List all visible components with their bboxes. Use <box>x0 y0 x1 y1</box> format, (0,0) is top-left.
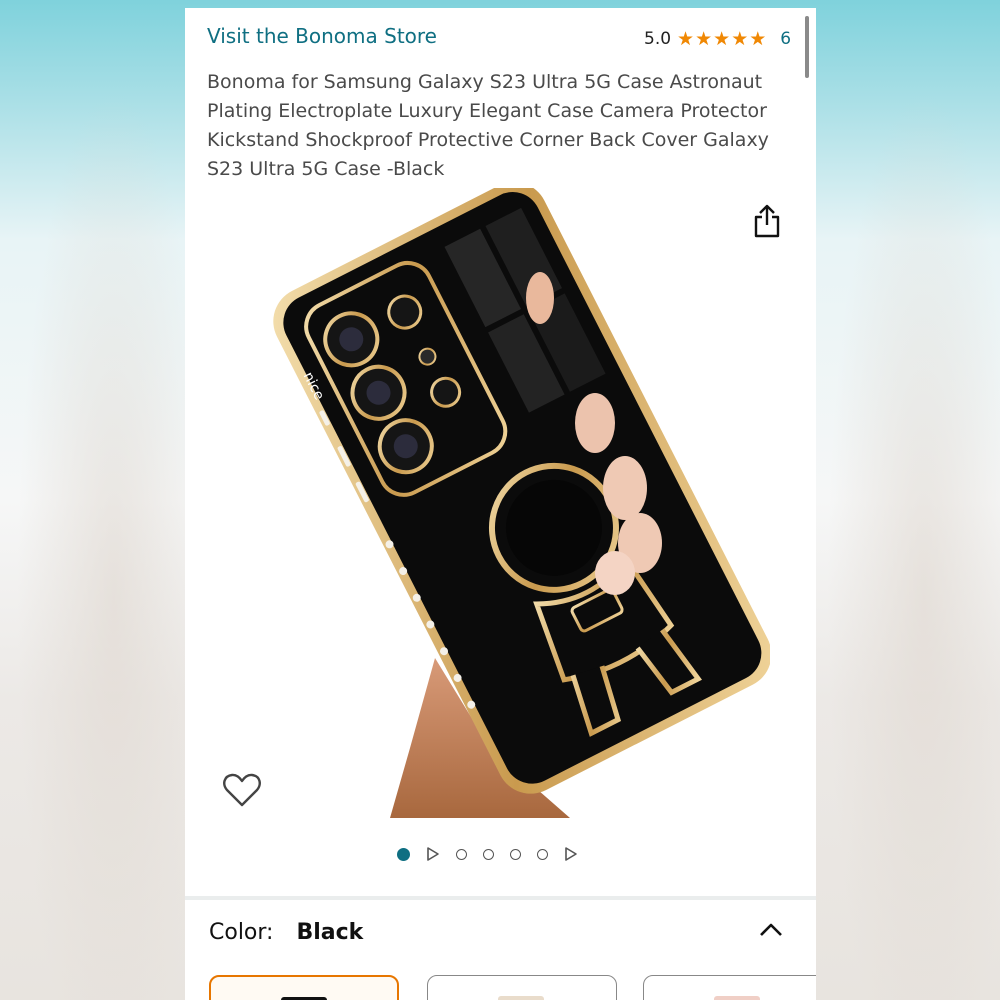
star-icon: ★ <box>749 27 767 50</box>
scrollbar[interactable] <box>805 16 809 78</box>
background-right <box>810 0 1000 1000</box>
video-play-indicator-icon[interactable] <box>564 846 578 862</box>
swatch-thumbnail <box>714 996 760 1000</box>
heart-outline-icon[interactable] <box>222 771 262 809</box>
color-swatch[interactable] <box>643 975 816 1000</box>
color-swatch-selected[interactable] <box>209 975 399 1000</box>
carousel-dot[interactable] <box>483 848 494 860</box>
carousel-dot[interactable] <box>537 848 548 860</box>
star-icon: ★ <box>731 27 749 50</box>
carousel-dot[interactable] <box>510 848 521 860</box>
star-rating: ★ ★ ★ ★ ★ <box>677 27 767 50</box>
product-image[interactable]: nice <box>230 188 770 818</box>
rating-count-link[interactable]: 6 <box>780 29 791 49</box>
store-link[interactable]: Visit the Bonoma Store <box>207 24 437 48</box>
star-icon: ★ <box>695 27 713 50</box>
color-swatch[interactable] <box>427 975 617 1000</box>
chevron-up-icon[interactable] <box>757 920 785 940</box>
color-variation-header: Color: Black <box>209 920 363 945</box>
carousel-dot[interactable] <box>456 848 467 860</box>
section-divider <box>185 896 816 900</box>
video-play-indicator-icon[interactable] <box>426 846 440 862</box>
star-icon: ★ <box>713 27 731 50</box>
phone-case: nice <box>273 188 770 794</box>
selected-color: Black <box>296 920 364 945</box>
color-label: Color: <box>209 920 274 945</box>
star-icon: ★ <box>677 27 695 50</box>
swatch-thumbnail <box>498 996 544 1000</box>
carousel-indicators <box>397 846 578 862</box>
background-left <box>0 0 190 1000</box>
carousel-dot-active[interactable] <box>397 847 410 861</box>
rating-value: 5.0 <box>644 29 672 49</box>
rating-summary[interactable]: 5.0 ★ ★ ★ ★ ★ 6 <box>644 27 791 51</box>
product-detail-panel: Visit the Bonoma Store 5.0 ★ ★ ★ ★ ★ 6 B… <box>185 8 816 1000</box>
product-title: Bonoma for Samsung Galaxy S23 Ultra 5G C… <box>207 71 769 180</box>
